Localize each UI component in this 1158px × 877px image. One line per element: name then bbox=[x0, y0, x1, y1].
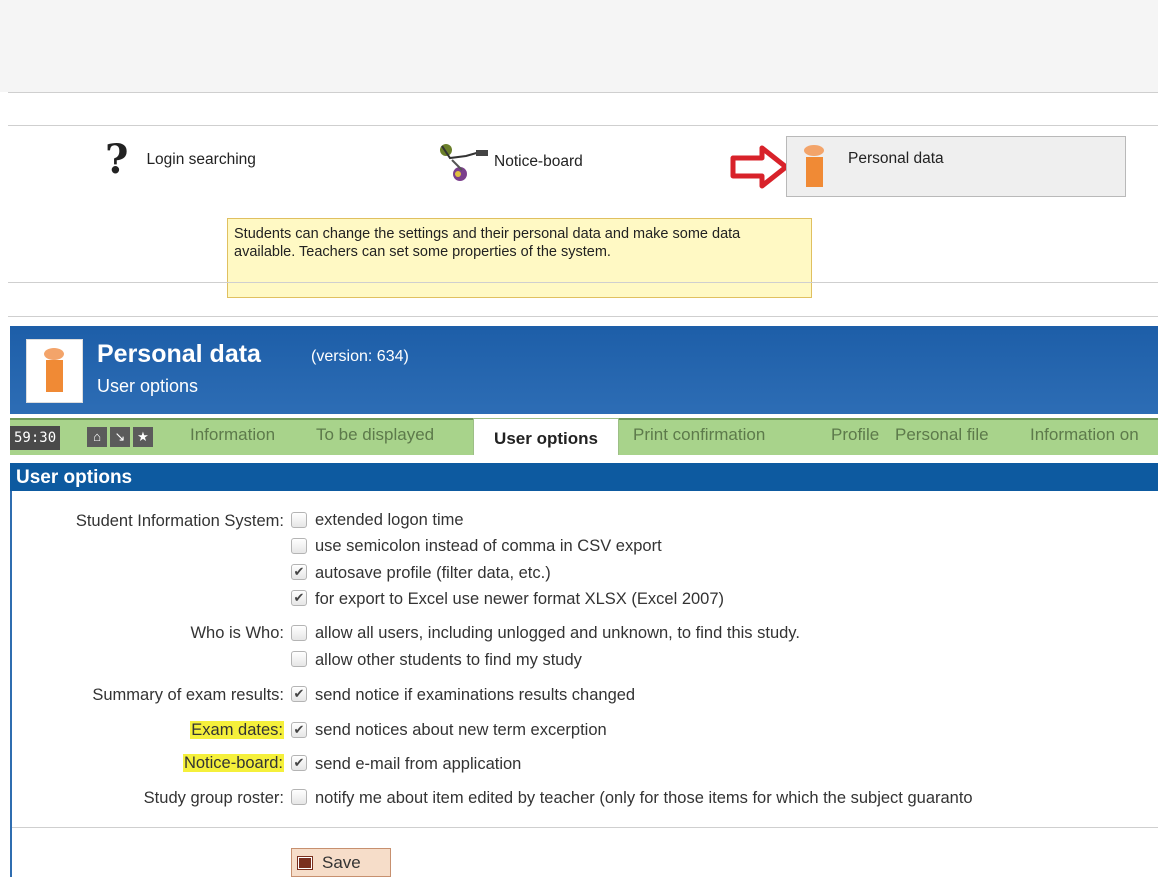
divider bbox=[8, 316, 1158, 317]
checkbox-term-excerption[interactable]: ✔ bbox=[291, 722, 307, 738]
checkbox-notify-teacher-edit[interactable] bbox=[291, 789, 307, 805]
checkbox-exam-results-notice[interactable]: ✔ bbox=[291, 686, 307, 702]
option-xlsx-format: for export to Excel use newer format XLS… bbox=[315, 590, 725, 608]
sis-label: Student Information System: bbox=[75, 512, 284, 530]
save-button[interactable]: Save bbox=[291, 848, 391, 877]
page-subtitle: User options bbox=[97, 376, 199, 396]
divider bbox=[8, 282, 1158, 283]
section-title: User options bbox=[10, 463, 1158, 491]
session-timer: 59:30 bbox=[10, 426, 61, 450]
option-semicolon-csv: use semicolon instead of comma in CSV ex… bbox=[315, 537, 662, 555]
exam-dates-label: Exam dates: bbox=[190, 721, 284, 739]
tab-print-confirmation[interactable]: Print confirmation bbox=[633, 425, 765, 445]
who-is-who-label: Who is Who: bbox=[190, 624, 284, 642]
option-autosave-profile: autosave profile (filter data, etc.) bbox=[315, 564, 551, 582]
checkbox-allow-students[interactable] bbox=[291, 651, 307, 667]
tab-personal-file[interactable]: Personal file bbox=[895, 425, 989, 445]
option-allow-students: allow other students to find my study bbox=[315, 651, 582, 669]
tab-bar: 59:30 ⌂ ↘ ★ Information To be displayed … bbox=[10, 418, 1158, 455]
checkbox-email-from-app[interactable]: ✔ bbox=[291, 755, 307, 771]
question-icon: ? bbox=[105, 136, 129, 183]
menu-personal-data[interactable] bbox=[786, 136, 1126, 197]
login-searching-label: Login searching bbox=[146, 151, 256, 168]
red-arrow-icon bbox=[730, 145, 789, 189]
top-blank-area bbox=[0, 0, 1158, 92]
star-icon[interactable]: ★ bbox=[133, 427, 153, 447]
notice-board-option-label: Notice-board: bbox=[182, 754, 284, 772]
personal-data-icon bbox=[26, 339, 83, 403]
checkbox-allow-all-users[interactable] bbox=[291, 625, 307, 641]
divider bbox=[8, 125, 1158, 126]
personal-data-icon bbox=[804, 145, 824, 156]
personal-data-icon-body bbox=[806, 157, 823, 187]
option-notify-teacher-edit: notify me about item edited by teacher (… bbox=[315, 789, 973, 807]
version-label: (version: 634) bbox=[311, 348, 409, 365]
tab-information-on[interactable]: Information on bbox=[1030, 425, 1139, 445]
save-button-label: Save bbox=[322, 852, 361, 872]
option-allow-all-users: allow all users, including unlogged and … bbox=[315, 624, 800, 642]
tooltip: Students can change the settings and the… bbox=[227, 218, 812, 298]
checkbox-xlsx-format[interactable]: ✔ bbox=[291, 590, 307, 606]
tab-to-be-displayed[interactable]: To be displayed bbox=[316, 425, 434, 445]
page-title: Personal data bbox=[97, 340, 261, 368]
option-email-from-app: send e-mail from application bbox=[315, 755, 522, 773]
option-exam-results-notice: send notice if examinations results chan… bbox=[315, 686, 636, 704]
checkbox-autosave-profile[interactable]: ✔ bbox=[291, 564, 307, 580]
option-extended-logon: extended logon time bbox=[315, 511, 464, 529]
notice-board-label: Notice-board bbox=[494, 153, 583, 170]
menu-notice-board[interactable]: Notice-board bbox=[436, 140, 583, 184]
menu-login-searching[interactable]: ? Login searching bbox=[105, 140, 256, 180]
divider bbox=[12, 827, 1158, 828]
checkbox-extended-logon[interactable] bbox=[291, 512, 307, 528]
notice-board-icon bbox=[440, 144, 488, 181]
home-icon[interactable]: ⌂ bbox=[87, 427, 107, 447]
save-icon bbox=[298, 856, 312, 869]
option-term-excerption: send notices about new term excerption bbox=[315, 721, 607, 739]
divider bbox=[8, 92, 1158, 93]
summary-label: Summary of exam results: bbox=[92, 686, 284, 704]
section-border bbox=[10, 491, 12, 877]
study-group-roster-label: Study group roster: bbox=[143, 789, 284, 807]
checkbox-semicolon-csv[interactable] bbox=[291, 538, 307, 554]
tab-user-options[interactable]: User options bbox=[473, 418, 619, 455]
tab-profile[interactable]: Profile bbox=[831, 425, 879, 445]
personal-data-label: Personal data bbox=[848, 150, 944, 167]
arrow-down-right-icon[interactable]: ↘ bbox=[110, 427, 130, 447]
page-header: Personal data (version: 634) User option… bbox=[10, 326, 1158, 414]
tab-information[interactable]: Information bbox=[190, 425, 275, 445]
